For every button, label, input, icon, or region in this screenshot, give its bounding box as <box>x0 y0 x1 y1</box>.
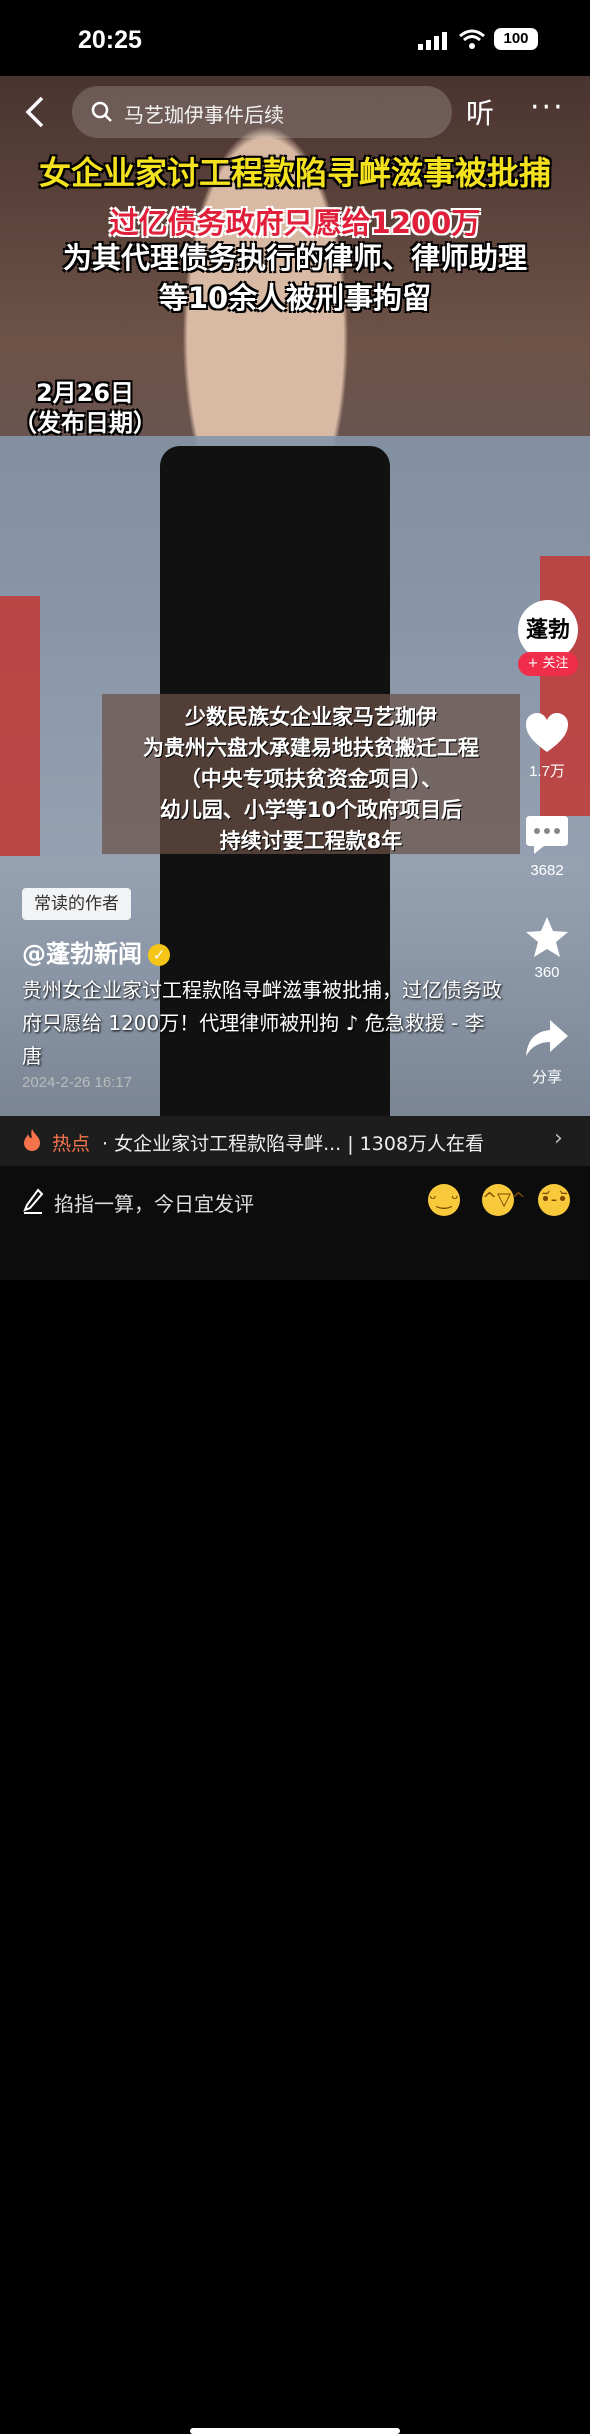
comment-input[interactable]: 掐指一算，今日宜发评 <box>54 1188 254 1217</box>
video-subhead-red: 过亿债务政府只愿给1200万 <box>109 206 481 240</box>
comment-icon <box>526 816 568 854</box>
video-subhead: 为其代理债务执行的律师、律师助理 等10余人被刑事拘留 <box>0 238 590 318</box>
thinking-emoji-icon[interactable]: •᷄-•᷅ <box>538 1184 570 1216</box>
chevron-right-icon: › <box>554 1126 563 1151</box>
author-name-text: @蓬勃新闻 <box>22 940 142 968</box>
pen-icon <box>23 1188 44 1214</box>
author-avatar[interactable]: 蓬勃 <box>518 600 578 660</box>
video-subhead-line: 为其代理债务执行的律师、律师助理 <box>62 241 527 275</box>
date-line: 2月26日 <box>35 379 135 407</box>
verified-icon: ✓ <box>148 944 170 966</box>
search-icon <box>91 101 112 122</box>
info-caption: 少数民族女企业家马艺珈伊 为贵州六盘水承建易地扶贫搬迁工程 （中央专项扶贫资金项… <box>102 694 520 854</box>
post-timestamp: 2024-2-26 16:17 <box>22 1074 133 1091</box>
heart-icon <box>526 713 568 752</box>
info-line: （中央专项扶贫资金项目）、 <box>179 767 443 791</box>
hot-topic-text: · 女企业家讨工程款陷寻衅... | 1308万人在看 <box>102 1133 485 1155</box>
info-line: 为贵州六盘水承建易地扶贫搬迁工程 <box>143 736 479 760</box>
battery-icon: 100 <box>494 28 538 50</box>
hot-topic-bar[interactable]: 热点 · 女企业家讨工程款陷寻衅... | 1308万人在看 › <box>0 1116 590 1166</box>
video-subhead-line: 等10余人被刑事拘留 <box>158 281 432 315</box>
star-icon <box>526 917 568 957</box>
like-button[interactable]: 1.7万 <box>512 712 582 781</box>
follow-button[interactable]: + 关注 <box>518 652 578 676</box>
top-bar: 马艺珈伊事件后续 听 ··· <box>0 80 590 144</box>
back-icon[interactable] <box>20 94 50 130</box>
cellular-signal-icon <box>418 32 447 50</box>
search-bar[interactable]: 马艺珈伊事件后续 <box>72 86 452 138</box>
publish-date-overlay: 2月26日 （发布日期） <box>10 378 160 438</box>
video-frame-stripe <box>0 596 40 856</box>
favorite-count: 360 <box>534 964 560 981</box>
frequent-author-badge: 常读的作者 <box>22 888 131 920</box>
hot-label: 热点 <box>52 1133 91 1155</box>
listen-button[interactable]: 听 <box>466 92 494 132</box>
home-indicator <box>190 2428 400 2434</box>
date-line: （发布日期） <box>13 409 157 437</box>
like-count: 1.7万 <box>529 763 565 780</box>
info-line: 幼儿园、小学等10个政府项目后 <box>159 798 463 822</box>
video-headline: 女企业家讨工程款陷寻衅滋事被批捕 <box>38 154 551 192</box>
comment-button[interactable]: 3682 <box>512 814 582 879</box>
search-query: 马艺珈伊事件后续 <box>124 103 284 127</box>
comment-bar: 掐指一算，今日宜发评 ᵕ‿ᵕ ^▽^ •᷄-•᷅ <box>0 1166 590 2434</box>
share-label: 分享 <box>531 1069 562 1086</box>
info-line: 持续讨要工程款8年 <box>219 829 403 853</box>
status-time: 20:25 <box>78 26 142 54</box>
comment-count: 3682 <box>530 862 564 879</box>
laugh-emoji-icon[interactable]: ^▽^ <box>482 1184 526 1216</box>
info-line: 少数民族女企业家马艺珈伊 <box>185 705 437 729</box>
share-button[interactable]: 分享 <box>512 1018 582 1087</box>
share-icon <box>526 1020 568 1056</box>
status-bar: 20:25 100 <box>0 0 590 76</box>
more-button[interactable]: ··· <box>530 90 565 125</box>
fire-icon <box>24 1129 40 1151</box>
favorite-button[interactable]: 360 <box>512 916 582 981</box>
post-description[interactable]: 贵州女企业家讨工程款陷寻衅滋事被批捕，过亿债务政府只愿给 1200万！代理律师被… <box>22 974 502 1073</box>
author-name[interactable]: @蓬勃新闻 ✓ <box>22 934 170 969</box>
wifi-icon <box>459 29 485 49</box>
grin-emoji-icon[interactable]: ᵕ‿ᵕ <box>428 1184 460 1216</box>
